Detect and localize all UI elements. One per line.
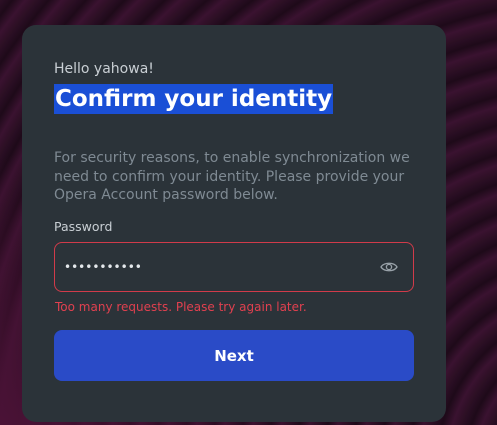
next-button[interactable]: Next	[54, 330, 414, 381]
password-field	[54, 242, 414, 292]
password-input[interactable]	[64, 243, 364, 290]
error-message: Too many requests. Please try again late…	[55, 300, 307, 314]
password-label: Password	[54, 219, 113, 234]
page-title: Confirm your identity	[54, 84, 334, 114]
eye-icon[interactable]	[379, 257, 399, 277]
confirm-identity-dialog: Hello yahowa! Confirm your identity For …	[22, 25, 446, 422]
greeting: Hello yahowa!	[54, 61, 154, 77]
description-text: For security reasons, to enable synchron…	[54, 150, 410, 203]
